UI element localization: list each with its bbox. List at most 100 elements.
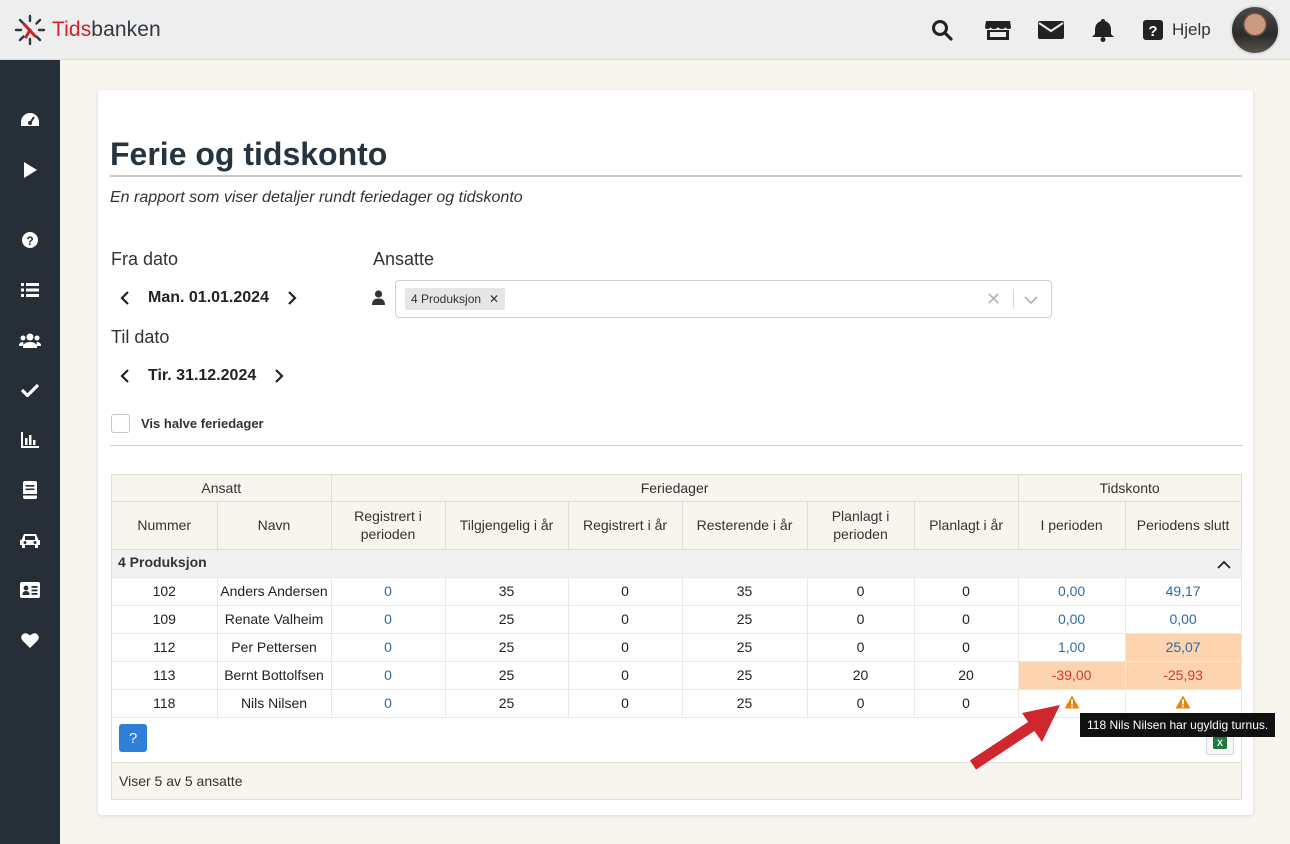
list-icon[interactable] xyxy=(15,275,45,305)
chevron-up-icon[interactable] xyxy=(1216,556,1231,572)
table-row[interactable]: 118 Nils Nilsen 0 25 0 25 0 0 xyxy=(112,689,1242,718)
cell-planlagt-periode: 0 xyxy=(807,577,915,606)
cell-tilgjengelig: 25 xyxy=(445,661,569,690)
cell-tilgjengelig: 25 xyxy=(445,605,569,634)
from-date-next-button[interactable] xyxy=(283,289,301,307)
cell-registrert-periode-link[interactable]: 0 xyxy=(331,577,446,606)
column-header[interactable]: Planlagt i år xyxy=(914,501,1019,550)
logo[interactable]: Tidsbanken xyxy=(14,14,161,46)
cell-navn: Per Pettersen xyxy=(217,633,332,662)
bell-icon[interactable] xyxy=(1089,17,1117,43)
users-icon[interactable] xyxy=(15,325,45,355)
cell-navn: Bernt Bottolfsen xyxy=(217,661,332,690)
table-row[interactable]: 109 Renate Valheim 0 25 0 25 0 0 0,00 0,… xyxy=(112,605,1242,634)
cell-navn: Nils Nilsen xyxy=(217,689,332,718)
group-row-label: 4 Produksjon xyxy=(118,554,207,570)
chip-remove-icon[interactable]: ✕ xyxy=(489,292,499,306)
table-row[interactable]: 112 Per Pettersen 0 25 0 25 0 0 1,00 25,… xyxy=(112,633,1242,662)
to-date-value[interactable]: Tir. 31.12.2024 xyxy=(134,367,270,385)
table-row[interactable]: 102 Anders Andersen 0 35 0 35 0 0 0,00 4… xyxy=(112,577,1242,606)
column-header[interactable]: Planlagt i perioden xyxy=(807,501,915,550)
help-icon[interactable]: ? xyxy=(1139,17,1167,43)
top-bar: Tidsbanken ? Hjelp xyxy=(0,0,1290,60)
group-header-tidskonto: Tidskonto xyxy=(1018,475,1242,502)
cell-resterende: 25 xyxy=(682,689,808,718)
id-card-icon[interactable] xyxy=(15,575,45,605)
column-header[interactable]: I perioden xyxy=(1018,501,1126,550)
mail-icon[interactable] xyxy=(1037,17,1065,43)
chevron-down-icon[interactable] xyxy=(1024,292,1038,310)
logo-prefix: Tids xyxy=(52,18,92,41)
column-header[interactable]: Tilgjengelig i år xyxy=(445,501,569,550)
page-subtitle: En rapport som viser detaljer rundt feri… xyxy=(110,189,523,206)
question-icon[interactable]: ? xyxy=(15,225,45,255)
table-help-button[interactable]: ? xyxy=(119,724,147,752)
filter-divider xyxy=(110,445,1243,446)
to-date-next-button[interactable] xyxy=(270,367,288,385)
cell-registrert-periode-link[interactable]: 0 xyxy=(331,661,446,690)
from-date-nav: Man. 01.01.2024 xyxy=(116,289,301,307)
cell-planlagt-aar: 20 xyxy=(914,661,1019,690)
cell-i-perioden-link[interactable]: 0,00 xyxy=(1018,577,1126,606)
cell-registrert-periode-link[interactable]: 0 xyxy=(331,605,446,634)
cell-registrert-aar: 0 xyxy=(568,605,683,634)
clear-selection-icon[interactable]: ✕ xyxy=(986,289,1001,310)
column-header[interactable]: Navn xyxy=(217,501,332,550)
help-link[interactable]: Hjelp xyxy=(1172,20,1211,40)
cell-periodens-slutt-link[interactable]: -25,93 xyxy=(1125,661,1242,690)
cell-tilgjengelig: 25 xyxy=(445,689,569,718)
chart-icon[interactable] xyxy=(15,425,45,455)
chevron-right-icon xyxy=(275,369,284,383)
cell-registrert-aar: 0 xyxy=(568,661,683,690)
column-header[interactable]: Registrert i år xyxy=(568,501,683,550)
sidebar: ? xyxy=(0,60,60,844)
from-date-label: Fra dato xyxy=(111,249,179,269)
cell-nummer: 109 xyxy=(112,605,218,634)
cell-registrert-periode-link[interactable]: 0 xyxy=(331,633,446,662)
annotation-arrow xyxy=(969,705,1060,770)
column-header[interactable]: Resterende i år xyxy=(682,501,808,550)
column-header[interactable]: Registrert i perioden xyxy=(331,501,446,550)
cell-planlagt-periode: 0 xyxy=(807,605,915,634)
cell-periodens-slutt-link[interactable]: 25,07 xyxy=(1125,633,1242,662)
from-date-value[interactable]: Man. 01.01.2024 xyxy=(134,289,283,307)
cell-planlagt-aar: 0 xyxy=(914,577,1019,606)
check-icon[interactable] xyxy=(15,375,45,405)
store-icon[interactable] xyxy=(984,17,1012,43)
dashboard-icon[interactable] xyxy=(15,105,45,135)
user-avatar[interactable] xyxy=(1230,5,1280,55)
to-date-prev-button[interactable] xyxy=(116,367,134,385)
cell-navn: Renate Valheim xyxy=(217,605,332,634)
heart-icon[interactable] xyxy=(15,625,45,655)
play-icon[interactable] xyxy=(15,155,45,185)
warning-icon[interactable] xyxy=(1175,695,1191,709)
cell-i-perioden-link[interactable]: 0,00 xyxy=(1018,605,1126,634)
column-header[interactable]: Nummer xyxy=(112,501,218,550)
car-icon[interactable] xyxy=(15,525,45,555)
title-divider xyxy=(110,175,1242,177)
table-row[interactable]: 113 Bernt Bottolfsen 0 25 0 25 20 20 -39… xyxy=(112,661,1242,690)
column-header[interactable]: Periodens slutt xyxy=(1125,501,1242,550)
half-days-checkbox[interactable] xyxy=(111,414,130,433)
cell-periodens-slutt-link[interactable]: 49,17 xyxy=(1125,577,1242,606)
cell-registrert-periode-link[interactable]: 0 xyxy=(331,689,446,718)
logo-suffix: banken xyxy=(91,18,161,41)
cell-planlagt-aar: 0 xyxy=(914,633,1019,662)
group-header-feriedager: Feriedager xyxy=(331,475,1019,502)
report-table: Ansatt Feriedager Tidskonto Nummer Navn … xyxy=(111,474,1242,800)
cell-periodens-slutt-link[interactable]: 0,00 xyxy=(1125,605,1242,634)
cell-i-perioden-link[interactable]: -39,00 xyxy=(1018,661,1126,690)
from-date-prev-button[interactable] xyxy=(116,289,134,307)
chevron-right-icon xyxy=(288,291,297,305)
cell-i-perioden-link[interactable]: 1,00 xyxy=(1018,633,1126,662)
book-icon[interactable] xyxy=(15,475,45,505)
search-icon[interactable] xyxy=(928,17,956,43)
svg-text:?: ? xyxy=(26,234,33,248)
cell-planlagt-periode: 20 xyxy=(807,661,915,690)
employees-select[interactable]: 4 Produksjon ✕ ✕ xyxy=(395,280,1052,318)
warning-tooltip: 118 Nils Nilsen har ugyldig turnus. xyxy=(1080,713,1276,737)
cell-resterende: 25 xyxy=(682,605,808,634)
cell-resterende: 35 xyxy=(682,577,808,606)
group-row[interactable]: 4 Produksjon xyxy=(112,549,1242,578)
logo-icon xyxy=(14,14,46,46)
